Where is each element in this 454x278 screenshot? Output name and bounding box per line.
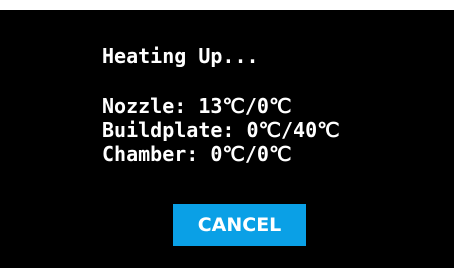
buildplate-temperature: Buildplate: 0℃/40℃ (102, 118, 340, 142)
nozzle-temperature: Nozzle: 13℃/0℃ (102, 94, 292, 118)
heating-dialog: Heating Up... Nozzle: 13℃/0℃ Buildplate:… (0, 10, 454, 268)
chamber-temperature: Chamber: 0℃/0℃ (102, 142, 292, 166)
dialog-title: Heating Up... (102, 44, 259, 68)
temperature-status-list: Nozzle: 13℃/0℃ Buildplate: 0℃/40℃ Chambe… (102, 94, 340, 166)
cancel-button[interactable]: CANCEL (173, 204, 306, 246)
